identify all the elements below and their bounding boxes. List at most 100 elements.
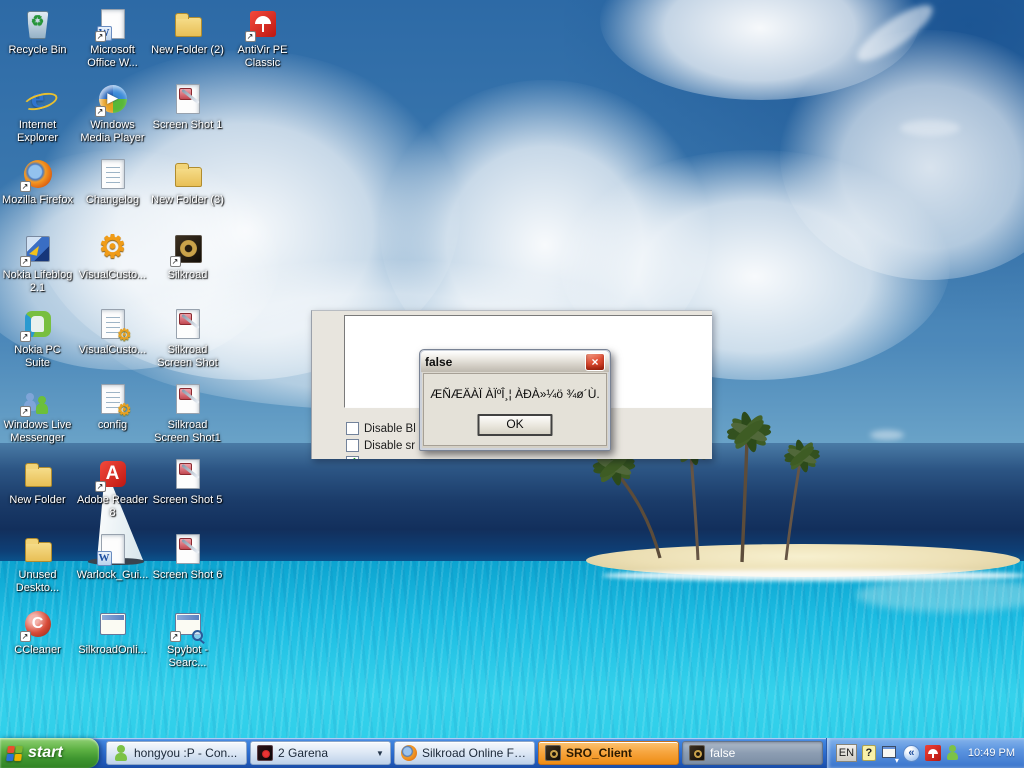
- folder-icon: [21, 533, 55, 566]
- desktop-icon-screen-shot-6[interactable]: Screen Shot 6: [151, 533, 224, 582]
- shot-icon: [171, 458, 205, 491]
- desktop-icon-screen-shot-1[interactable]: Screen Shot 1: [151, 83, 224, 132]
- lifeblog-icon: ↗: [21, 233, 55, 266]
- taskbar-clock[interactable]: 10:49 PM: [968, 747, 1015, 759]
- desktop-icon-label: Nokia PC Suite: [1, 344, 74, 370]
- folder-icon: [171, 158, 205, 191]
- taskbar-task-hongyou-p-con[interactable]: hongyou :P - Con...: [106, 741, 247, 765]
- taskbar-task-sro-client[interactable]: SRO_Client: [538, 741, 679, 765]
- toolbar-options-icon[interactable]: [881, 745, 898, 761]
- desktop-icon-label: Windows Media Player: [76, 119, 149, 145]
- taskbar-task-false[interactable]: false: [682, 741, 823, 765]
- shortcut-arrow-icon: ↗: [20, 631, 31, 642]
- task-label: hongyou :P - Con...: [134, 746, 237, 760]
- shortcut-arrow-icon: ↗: [170, 631, 181, 642]
- adobe-icon: A↗: [96, 458, 130, 491]
- desktop-icon-label: Silkroad Screen Shot: [151, 344, 224, 370]
- shortcut-arrow-icon: ↗: [95, 106, 106, 117]
- hide-inactive-icons-chevron-icon[interactable]: «: [903, 745, 920, 762]
- dialog-body: ÆÑÆÄÀÏ ÀÏºÎ¸¦ ÀÐÀ»¼ö ¾ø´Ù. OK: [423, 373, 607, 446]
- gear-icon: ⚙: [96, 233, 130, 266]
- close-icon[interactable]: ×: [585, 353, 605, 371]
- checkbox[interactable]: [346, 439, 359, 452]
- notepad-icon: [96, 158, 130, 191]
- desktop-icon-label: Nokia Lifeblog 2.1: [1, 269, 74, 295]
- shortcut-arrow-icon: ↗: [20, 181, 31, 192]
- pcsuite-icon: ↗: [21, 308, 55, 341]
- taskbar-task-silkroad-online-for[interactable]: Silkroad Online For...: [394, 741, 535, 765]
- windows-flag-icon: [6, 746, 23, 761]
- desktop-icon-label: config: [76, 419, 149, 432]
- desktop-icon-changelog[interactable]: Changelog: [76, 158, 149, 207]
- dialog-title: false: [425, 355, 585, 369]
- desktop-icon-label: Adobe Reader 8: [76, 494, 149, 520]
- checkbox[interactable]: [346, 422, 359, 435]
- word-icon: W↗: [96, 8, 130, 41]
- help-icon[interactable]: ?: [862, 745, 876, 761]
- ie-icon: e: [21, 83, 55, 116]
- desktop-icon-internet-explorer[interactable]: e Internet Explorer: [1, 83, 74, 145]
- desktop-icon-label: AntiVir PE Classic: [226, 44, 299, 70]
- docgear-icon: ⚙: [96, 308, 130, 341]
- desktop-icon-new-folder[interactable]: New Folder: [1, 458, 74, 507]
- taskbar-task-2-garena[interactable]: 2 Garena▼: [250, 741, 391, 765]
- desktop-icon-windows-live-messenger[interactable]: ↗ Windows Live Messenger: [1, 383, 74, 445]
- shot-icon: [171, 83, 205, 116]
- shortcut-arrow-icon: ↗: [95, 31, 106, 42]
- desktop-icon-silkroadonli[interactable]: SilkroadOnli...: [76, 608, 149, 657]
- antivir-icon[interactable]: [925, 745, 941, 761]
- checkbox-row: Disable Bl: [346, 422, 416, 435]
- start-button[interactable]: start: [0, 738, 99, 768]
- checkbox-label: Disable Bl: [364, 423, 416, 435]
- desktop-icon-silkroad-screen-shot1[interactable]: Silkroad Screen Shot1: [151, 383, 224, 445]
- ok-button[interactable]: OK: [478, 414, 553, 436]
- desktop-icon-unused-deskto[interactable]: Unused Deskto...: [1, 533, 74, 595]
- shortcut-arrow-icon: ↗: [20, 331, 31, 342]
- desktop-icon-recycle-bin[interactable]: ♻ Recycle Bin: [1, 8, 74, 57]
- desktop-icon-label: Changelog: [76, 194, 149, 207]
- language-indicator[interactable]: EN: [836, 744, 857, 762]
- desktop-icon-label: Recycle Bin: [1, 44, 74, 57]
- task-label: Silkroad Online For...: [422, 746, 528, 760]
- antivir-icon: ↗: [246, 8, 280, 41]
- desktop-icon-label: VisualCusto...: [76, 269, 149, 282]
- checkbox-label: Disable sr: [364, 440, 415, 452]
- desktop-icon-antivir-pe-classic[interactable]: ↗ AntiVir PE Classic: [226, 8, 299, 70]
- dialog-titlebar[interactable]: false ×: [421, 351, 609, 372]
- checkbox[interactable]: [346, 456, 359, 459]
- desktop-icon-ccleaner[interactable]: C↗ CCleaner: [1, 608, 74, 657]
- desktop-icon-microsoft-office-w[interactable]: W↗ Microsoft Office W...: [76, 8, 149, 70]
- desktop-icon-warlock-gui[interactable]: W Warlock_Gui...: [76, 533, 149, 582]
- desktop-icon-label: Spybot - Searc...: [151, 644, 224, 670]
- checkbox-row: [346, 456, 364, 459]
- desktop-icon-visualcusto[interactable]: ⚙ VisualCusto...: [76, 308, 149, 357]
- desktop-icon-label: New Folder (2): [151, 44, 224, 57]
- firefox-icon: ↗: [21, 158, 55, 191]
- desktop-icon-visualcusto[interactable]: ⚙ VisualCusto...: [76, 233, 149, 282]
- desktop-icon-spybot-searc[interactable]: ↗ Spybot - Searc...: [151, 608, 224, 670]
- desktop-icon-new-folder-2[interactable]: New Folder (2): [151, 8, 224, 57]
- desktop-icon-label: VisualCusto...: [76, 344, 149, 357]
- desktop-icon-config[interactable]: ⚙ config: [76, 383, 149, 432]
- desktop-icon-silkroad-screen-shot[interactable]: Silkroad Screen Shot: [151, 308, 224, 370]
- desktop-icon-nokia-lifeblog-2-1[interactable]: ↗ Nokia Lifeblog 2.1: [1, 233, 74, 295]
- messenger-buddy-icon[interactable]: [946, 745, 959, 761]
- error-dialog: false × ÆÑÆÄÀÏ ÀÏºÎ¸¦ ÀÐÀ»¼ö ¾ø´Ù. OK: [419, 349, 611, 451]
- desktop-icon-silkroad[interactable]: ↗ Silkroad: [151, 233, 224, 282]
- desktop-icon-nokia-pc-suite[interactable]: ↗ Nokia PC Suite: [1, 308, 74, 370]
- desktop-icon-mozilla-firefox[interactable]: ↗ Mozilla Firefox: [1, 158, 74, 207]
- desktop-icon-label: Screen Shot 6: [151, 569, 224, 582]
- desktop-icon-label: Warlock_Gui...: [76, 569, 149, 582]
- shortcut-arrow-icon: ↗: [20, 406, 31, 417]
- msn-icon: [113, 745, 129, 761]
- start-label: start: [28, 738, 63, 768]
- desktop-icon-screen-shot-5[interactable]: Screen Shot 5: [151, 458, 224, 507]
- group-dropdown-arrow-icon[interactable]: ▼: [376, 749, 384, 758]
- desktop-icon-windows-media-player[interactable]: ▶↗ Windows Media Player: [76, 83, 149, 145]
- desktop-icon-adobe-reader-8[interactable]: A↗ Adobe Reader 8: [76, 458, 149, 520]
- desktop-icon-new-folder-3[interactable]: New Folder (3): [151, 158, 224, 207]
- appwin-icon: [96, 608, 130, 641]
- task-label: false: [710, 746, 735, 760]
- shortcut-arrow-icon: ↗: [170, 256, 181, 267]
- desktop-icon-label: Screen Shot 5: [151, 494, 224, 507]
